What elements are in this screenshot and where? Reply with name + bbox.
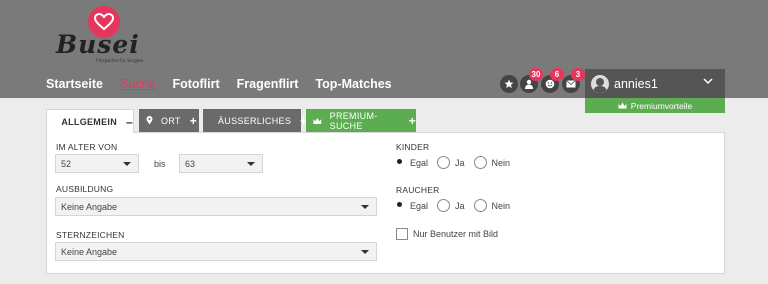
nav-startseite[interactable]: Startseite	[46, 77, 103, 91]
only-with-photo-label: Nur Benutzer mit Bild	[413, 229, 499, 239]
caret-down-icon	[361, 205, 369, 209]
kinder-option-ja[interactable]: Ja	[437, 156, 465, 169]
ausbildung-value: Keine Angabe	[61, 201, 118, 212]
age-from-select[interactable]: 52	[55, 154, 139, 173]
main-nav: Startseite Suche Fotoflirt Fragenflirt T…	[46, 77, 409, 91]
crown-icon	[618, 102, 627, 109]
smiles-badge: 6	[550, 68, 564, 81]
tab-allgemein-label: ALLGEMEIN	[61, 116, 118, 127]
raucher-option-ja[interactable]: Ja	[437, 199, 465, 212]
tab-premium-suche[interactable]: PREMIUM-SUCHE +	[306, 109, 416, 132]
crown-icon	[313, 117, 322, 124]
raucher-option-egal[interactable]: Egal	[394, 199, 428, 212]
age-label: IM ALTER VON	[56, 142, 118, 152]
smiles-button[interactable]: 6	[541, 68, 564, 93]
expand-icon: +	[408, 113, 416, 128]
option-label: Ja	[455, 200, 465, 211]
only-with-photo-checkbox[interactable]	[396, 228, 408, 240]
age-to-label: bis	[154, 159, 166, 169]
radio	[473, 156, 487, 169]
nav-fragenflirt[interactable]: Fragenflirt	[237, 77, 299, 91]
radio-checked	[394, 199, 405, 212]
tab-aeusserliches-label: ÄUSSERLICHES	[218, 115, 292, 126]
map-pin-icon	[146, 116, 153, 125]
collapse-icon: –	[126, 114, 133, 129]
star-icon	[504, 79, 514, 88]
kinder-option-nein[interactable]: Nein	[473, 156, 511, 169]
visitors-badge: 30	[529, 68, 543, 81]
premium-benefits-button[interactable]: Premiumvorteile	[585, 98, 725, 113]
logo-wordmark: Busei	[56, 30, 140, 59]
sternzeichen-value: Keine Angabe	[61, 246, 118, 257]
radio-checked	[394, 156, 405, 169]
radio	[437, 199, 451, 212]
messages-button[interactable]: 3	[562, 68, 585, 93]
option-label: Egal	[410, 200, 429, 211]
ausbildung-select[interactable]: Keine Angabe	[55, 197, 377, 216]
raucher-label: RAUCHER	[396, 185, 440, 195]
radio	[473, 199, 487, 212]
radio	[437, 156, 451, 169]
user-menu[interactable]: annies1	[585, 69, 725, 98]
ausbildung-label: AUSBILDUNG	[56, 184, 114, 194]
avatar	[591, 74, 609, 93]
raucher-option-nein[interactable]: Nein	[473, 199, 511, 212]
username: annies1	[614, 76, 658, 91]
sternzeichen-label: STERNZEICHEN	[56, 230, 125, 240]
nav-suche[interactable]: Suche	[120, 77, 155, 91]
sternzeichen-select[interactable]: Keine Angabe	[55, 242, 377, 261]
nav-fotoflirt[interactable]: Fotoflirt	[172, 77, 219, 91]
tab-premium-label: PREMIUM-SUCHE	[329, 110, 378, 131]
caret-down-icon	[247, 162, 255, 166]
premium-label: Premiumvorteile	[630, 100, 693, 111]
logo-tagline: Flirtportal für Singles	[96, 59, 144, 64]
chevron-down-icon	[703, 78, 713, 85]
raucher-radio-group: Egal Ja Nein	[394, 199, 519, 212]
kinder-radio-group: Egal Ja Nein	[394, 156, 519, 169]
tab-allgemein[interactable]: ALLGEMEIN –	[46, 109, 134, 133]
kinder-option-egal[interactable]: Egal	[394, 156, 428, 169]
caret-down-icon	[361, 250, 369, 254]
option-label: Egal	[410, 157, 429, 168]
option-label: Ja	[455, 157, 465, 168]
age-to-select[interactable]: 63	[179, 154, 263, 173]
caret-down-icon	[123, 162, 131, 166]
busei-logo[interactable]: Busei Flirtportal für Singles	[52, 6, 144, 66]
nav-top-matches[interactable]: Top-Matches	[315, 77, 391, 91]
tab-ort[interactable]: ORT +	[139, 109, 199, 132]
option-label: Nein	[491, 157, 511, 168]
favorites-button[interactable]	[500, 75, 518, 93]
kinder-label: KINDER	[396, 142, 430, 152]
tab-ort-label: ORT	[161, 115, 181, 126]
mail-icon	[566, 80, 576, 88]
option-label: Nein	[491, 200, 511, 211]
age-from-value: 52	[61, 158, 72, 169]
visitors-button[interactable]: 30	[520, 68, 543, 93]
messages-badge: 3	[571, 68, 585, 81]
tab-aeusserliches[interactable]: ÄUSSERLICHES +	[203, 109, 307, 132]
expand-icon: +	[189, 113, 198, 128]
age-to-value: 63	[185, 158, 196, 169]
